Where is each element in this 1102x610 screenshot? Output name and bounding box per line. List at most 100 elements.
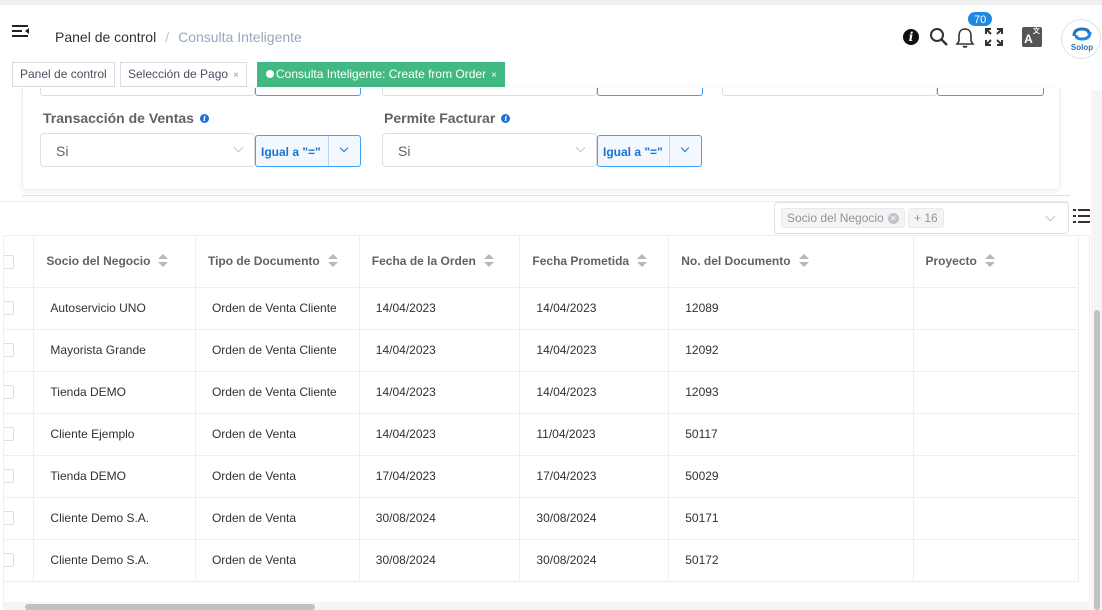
scrollbar-thumb[interactable] [1094,310,1100,610]
table-row[interactable]: Mayorista Grande Orden de Venta Cliente … [4,329,1079,372]
cell-fecha-prometida: 14/04/2023 [519,287,670,330]
transaccion-operator-select[interactable]: Igual a "=" [255,135,361,167]
column-header-label: Tipo de Documento [207,253,320,268]
list-settings-icon[interactable] [1073,208,1090,229]
column-header[interactable]: Socio del Negocio [33,236,196,288]
column-header-label: Socio del Negocio [46,253,151,268]
scrollbar-thumb[interactable] [25,604,315,610]
column-header[interactable]: Fecha Prometida [519,236,670,288]
fullscreen-icon[interactable] [985,28,1003,51]
horizontal-scrollbar[interactable] [3,602,1090,610]
tab-panel-de-control[interactable]: Panel de control [12,62,115,87]
cell-fecha-prometida: 11/04/2023 [519,413,670,456]
operator-cutoff[interactable] [937,88,1044,96]
transaccion-ventas-select[interactable]: Si [40,133,255,167]
table-row[interactable]: Tienda DEMO Orden de Venta 17/04/2023 17… [4,455,1079,498]
table-row[interactable]: Cliente Demo S.A. Orden de Venta 30/08/2… [4,539,1079,582]
select-cutoff[interactable] [722,88,937,96]
bell-icon[interactable] [955,27,979,49]
select-value: Si [398,143,411,159]
close-icon[interactable]: ✕ [887,213,899,224]
row-select-cell [4,455,35,498]
close-icon[interactable]: × [491,70,497,81]
operator-cutoff[interactable] [255,88,361,96]
cell-proyecto [913,455,1079,498]
chevron-down-icon [233,142,244,153]
close-icon[interactable]: × [233,70,239,81]
cell-fecha-orden: 14/04/2023 [359,287,521,330]
facturar-operator-select[interactable]: Igual a "=" [597,135,702,167]
table-row[interactable]: Cliente Demo S.A. Orden de Venta 30/08/2… [4,497,1079,540]
row-select-cell [4,497,35,540]
data-table: Socio del Negocio Tipo de Documento Fech… [3,235,1090,605]
info-icon[interactable]: i [501,114,511,123]
brand-text: Solop [1070,43,1094,52]
info-icon[interactable]: i [199,114,209,123]
operator-chevron-box [669,136,701,166]
sort-icon[interactable] [327,253,338,268]
cell-no-documento: 50117 [668,413,914,456]
column-selector[interactable]: Socio del Negocio ✕ + 16 [774,202,1069,234]
menu-toggle-icon[interactable] [12,25,30,39]
vertical-scrollbar[interactable] [1091,90,1102,610]
tab-consulta-inteligente[interactable]: Consulta Inteligente: Create from Order × [257,62,505,87]
row-checkbox[interactable] [4,469,14,484]
row-checkbox[interactable] [4,553,14,568]
table-row[interactable]: Cliente Ejemplo Orden de Venta 14/04/202… [4,413,1079,456]
permite-facturar-select[interactable]: Si [382,133,597,167]
breadcrumb-home[interactable]: Panel de control [55,29,156,45]
table-row[interactable]: Tienda DEMO Orden de Venta Cliente 14/04… [4,371,1079,414]
cell-socio: Tienda DEMO [33,455,196,498]
info-icon[interactable]: i [903,29,919,45]
select-all-cell [4,236,35,288]
row-checkbox[interactable] [4,343,14,358]
sort-icon[interactable] [798,253,809,268]
tab-label: Selección de Pago [128,67,229,81]
cell-fecha-orden: 30/08/2024 [359,497,521,540]
cell-tipo-documento: Orden de Venta Cliente [195,329,360,372]
column-header[interactable]: Proyecto [913,236,1079,288]
cell-fecha-prometida: 14/04/2023 [519,329,670,372]
avatar[interactable]: Solop [1061,19,1101,59]
operator-chevron-box [328,136,360,166]
column-chip[interactable]: Socio del Negocio ✕ [781,208,905,228]
column-header[interactable]: Fecha de la Orden [359,236,521,288]
operator-cutoff[interactable] [597,88,703,96]
field-label-text: Permite Facturar [384,110,496,126]
column-chip-more: + 16 [908,208,944,228]
column-header-label: Proyecto [925,253,977,268]
tab-seleccion-de-pago[interactable]: Selección de Pago × [120,62,247,87]
cell-proyecto [913,371,1079,414]
search-icon[interactable] [929,27,949,52]
language-icon[interactable]: A文 [1022,27,1042,47]
cell-fecha-prometida: 14/04/2023 [519,371,670,414]
cell-tipo-documento: Orden de Venta Cliente [195,371,360,414]
tab-label: Panel de control [20,67,107,81]
cell-tipo-documento: Orden de Venta [195,455,360,498]
operator-value: Igual a "=" [603,145,663,159]
column-header[interactable]: Tipo de Documento [195,236,360,288]
cell-proyecto [913,413,1079,456]
select-cutoff[interactable] [382,88,597,96]
select-cutoff[interactable] [40,88,255,96]
table-row[interactable]: Autoservicio UNO Orden de Venta Cliente … [4,287,1079,330]
cell-fecha-prometida: 30/08/2024 [519,539,670,582]
row-checkbox[interactable] [4,385,14,400]
sort-icon[interactable] [158,253,169,268]
row-select-cell [4,329,35,372]
select-all-checkbox[interactable] [4,254,14,269]
language-label: A [1024,32,1033,46]
app-header: Panel de control / Consulta Inteligente … [0,0,1102,62]
chevron-down-icon [1045,211,1056,222]
sort-icon[interactable] [984,253,995,268]
sort-icon[interactable] [637,253,648,268]
row-select-cell [4,287,35,330]
cell-proyecto [913,497,1079,540]
sort-icon[interactable] [483,253,494,268]
row-checkbox[interactable] [4,511,14,526]
cell-socio: Cliente Ejemplo [33,413,196,456]
column-header[interactable]: No. del Documento [668,236,914,288]
row-checkbox[interactable] [4,427,14,442]
row-checkbox[interactable] [4,301,14,316]
column-header-label: Fecha de la Orden [371,253,476,268]
